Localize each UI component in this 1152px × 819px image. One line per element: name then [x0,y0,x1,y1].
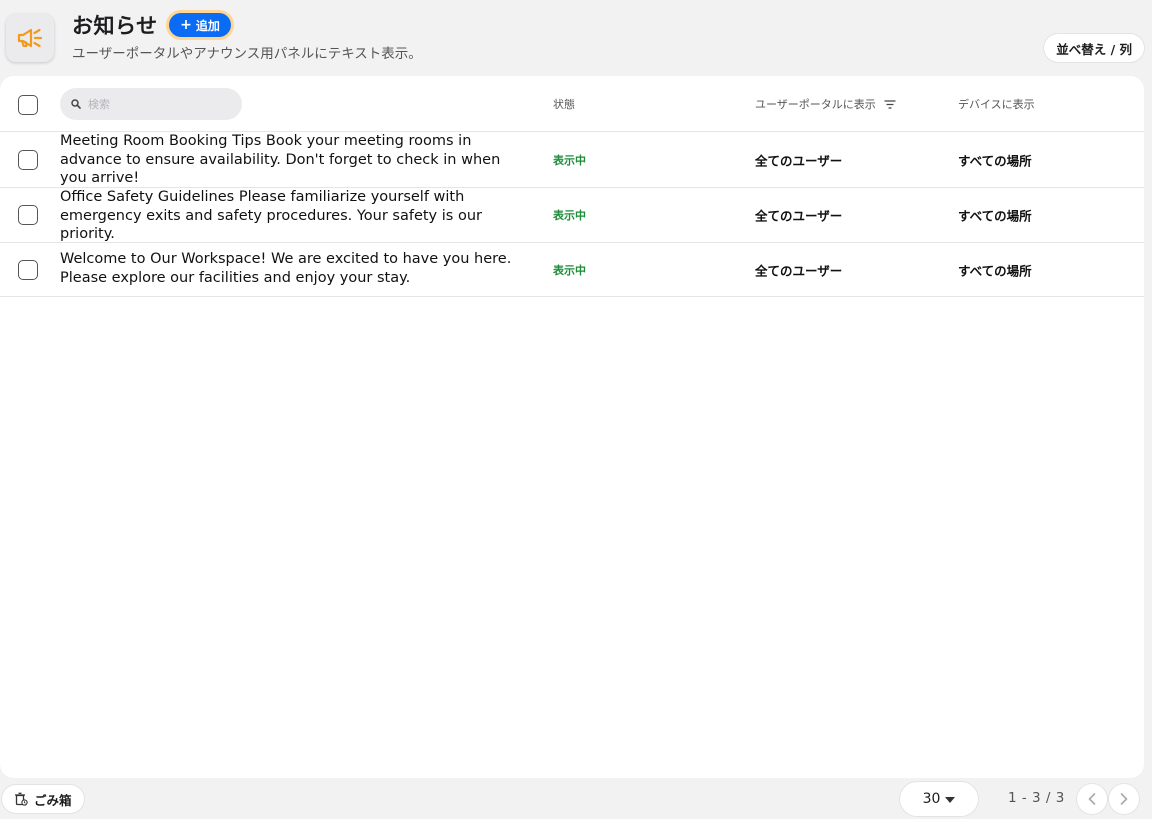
next-page-button[interactable] [1109,784,1139,814]
page-title: お知らせ [72,14,158,38]
device-visibility: すべての場所 [958,153,1032,168]
column-header-label: ユーザーポータルに表示 [755,98,876,111]
table-row[interactable]: Welcome to Our Workspace! We are excited… [0,243,1144,297]
plus-icon: + [180,17,192,33]
row-checkbox[interactable] [18,205,38,225]
app-icon [6,14,54,62]
search-input[interactable] [88,97,228,111]
select-all-checkbox[interactable] [18,95,38,115]
announcement-title[interactable]: Meeting Room Booking Tips Book your meet… [60,132,512,188]
column-header-device[interactable]: デバイスに表示 [958,96,1035,112]
page-size-select[interactable]: 30 [900,782,978,816]
megaphone-icon [17,28,43,48]
column-header-label: デバイスに表示 [958,98,1035,111]
add-button-body[interactable]: + 追加 [169,13,231,37]
device-visibility: すべての場所 [958,208,1032,224]
row-checkbox[interactable] [18,149,38,170]
caret-down-icon [945,797,956,803]
column-header-portal[interactable]: ユーザーポータルに表示 [755,96,896,112]
portal-visibility: 全てのユーザー [755,263,843,278]
portal-visibility: 全てのユーザー [755,153,843,168]
row-checkbox[interactable] [18,259,38,280]
column-header-status[interactable]: 状態 [553,96,575,112]
page-subtitle: ユーザーポータルやアナウンス用パネルにテキスト表示。 [72,46,422,62]
pagination-range: 1 - 3 / 3 [1008,790,1065,806]
add-button-label: 追加 [195,18,220,33]
page-size-value: 30 [922,791,941,807]
table-header: 状態 ユーザーポータルに表示 デバイスに表示 [0,76,1144,132]
trash-icon [15,792,28,806]
prev-page-button[interactable] [1077,784,1107,814]
filter-icon[interactable] [884,99,896,109]
search-icon [71,99,81,109]
chevron-left-icon [1088,793,1096,805]
add-button[interactable]: + 追加 [166,10,234,40]
column-header-label: 状態 [553,98,575,111]
page-header: お知らせ + 追加 ユーザーポータルやアナウンス用パネルにテキスト表示。 並べ替… [0,0,1152,76]
search-box[interactable] [60,88,242,120]
device-visibility: すべての場所 [958,263,1032,278]
status-badge: 表示中 [553,263,586,277]
announcement-title[interactable]: Office Safety Guidelines Please familiar… [60,188,512,244]
chevron-right-icon [1120,793,1128,805]
table-row[interactable]: Office Safety Guidelines Please familiar… [0,188,1144,243]
announcement-title[interactable]: Welcome to Our Workspace! We are excited… [60,250,512,287]
status-badge: 表示中 [553,153,586,167]
portal-visibility: 全てのユーザー [755,208,843,224]
trash-button-label: ごみ箱 [34,792,72,808]
table-row[interactable]: Meeting Room Booking Tips Book your meet… [0,132,1144,188]
sort-columns-button[interactable]: 並べ替え / 列 [1044,34,1144,62]
announcements-table: 状態 ユーザーポータルに表示 デバイスに表示 Meeting Room Book… [0,76,1144,778]
trash-button[interactable]: ごみ箱 [2,785,84,813]
status-badge: 表示中 [553,209,586,222]
